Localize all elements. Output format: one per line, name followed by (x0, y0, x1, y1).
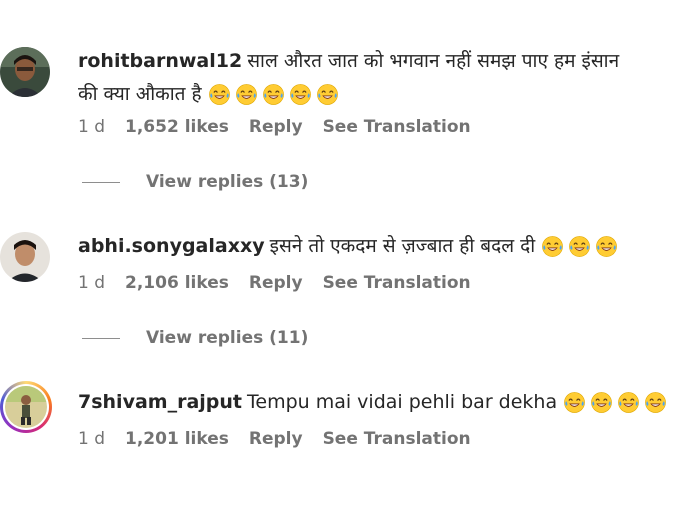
laughing-tears-emoji (541, 235, 564, 258)
laughing-tears-emoji (590, 391, 613, 414)
reply-button[interactable]: Reply (249, 273, 303, 293)
comment-text: इसने तो एकदम से ज़ज्बात ही बदल दी (269, 235, 536, 257)
story-ring (3, 384, 49, 430)
comment-meta: 1 d 1,201 likes Reply See Translation (78, 429, 471, 449)
laughing-tears-emoji (595, 235, 618, 258)
avatar[interactable] (0, 47, 50, 97)
see-translation-button[interactable]: See Translation (323, 429, 471, 449)
comment-meta: 1 d 2,106 likes Reply See Translation (78, 273, 471, 293)
comment-username[interactable]: abhi.sonygalaxxy (78, 235, 265, 257)
likes-count[interactable]: 1,201 likes (125, 429, 229, 449)
see-translation-button[interactable]: See Translation (323, 273, 471, 293)
laughing-tears-emoji (235, 83, 258, 106)
avatar-photo (0, 47, 50, 97)
divider-line (82, 181, 120, 183)
comment-username[interactable]: 7shivam_rajput (78, 391, 242, 413)
view-replies-label: View replies (11) (146, 328, 309, 348)
comment-age[interactable]: 1 d (78, 273, 105, 293)
view-replies-button[interactable]: View replies (11) (82, 328, 308, 348)
laughing-tears-emoji (262, 83, 285, 106)
comment-text: साल औरत जात को भगवान नहीं समझ पाए हम इंस… (247, 50, 620, 72)
emoji-group (563, 391, 667, 414)
laughing-tears-emoji (568, 235, 591, 258)
comment-text-line: abhi.sonygalaxxy इसने तो एकदम से ज़ज्बात … (78, 230, 670, 263)
emoji-group (541, 235, 618, 258)
avatar[interactable] (0, 232, 50, 282)
view-replies-button[interactable]: View replies (13) (82, 172, 308, 192)
laughing-tears-emoji (208, 83, 231, 106)
laughing-tears-emoji (316, 83, 339, 106)
comment-text-line: 7shivam_rajput Tempu mai vidai pehli bar … (78, 386, 670, 419)
comment-meta: 1 d 1,652 likes Reply See Translation (78, 117, 471, 137)
likes-count[interactable]: 2,106 likes (125, 273, 229, 293)
reply-button[interactable]: Reply (249, 117, 303, 137)
comment-text-line: की क्या औकात है (78, 78, 670, 111)
laughing-tears-emoji (617, 391, 640, 414)
comment-text: की क्या औकात है (78, 83, 202, 105)
avatar-photo (5, 386, 47, 428)
comment-age[interactable]: 1 d (78, 117, 105, 137)
comment-text: Tempu mai vidai pehli bar dekha (247, 391, 558, 413)
avatar[interactable] (0, 381, 52, 433)
reply-button[interactable]: Reply (249, 429, 303, 449)
comment-username[interactable]: rohitbarnwal12 (78, 50, 242, 72)
avatar-photo (0, 232, 50, 282)
laughing-tears-emoji (563, 391, 586, 414)
emoji-group (208, 83, 339, 106)
divider-line (82, 337, 120, 339)
laughing-tears-emoji (289, 83, 312, 106)
see-translation-button[interactable]: See Translation (323, 117, 471, 137)
comment-text-line: rohitbarnwal12 साल औरत जात को भगवान नहीं … (78, 45, 670, 78)
comment-age[interactable]: 1 d (78, 429, 105, 449)
likes-count[interactable]: 1,652 likes (125, 117, 229, 137)
laughing-tears-emoji (644, 391, 667, 414)
view-replies-label: View replies (13) (146, 172, 309, 192)
